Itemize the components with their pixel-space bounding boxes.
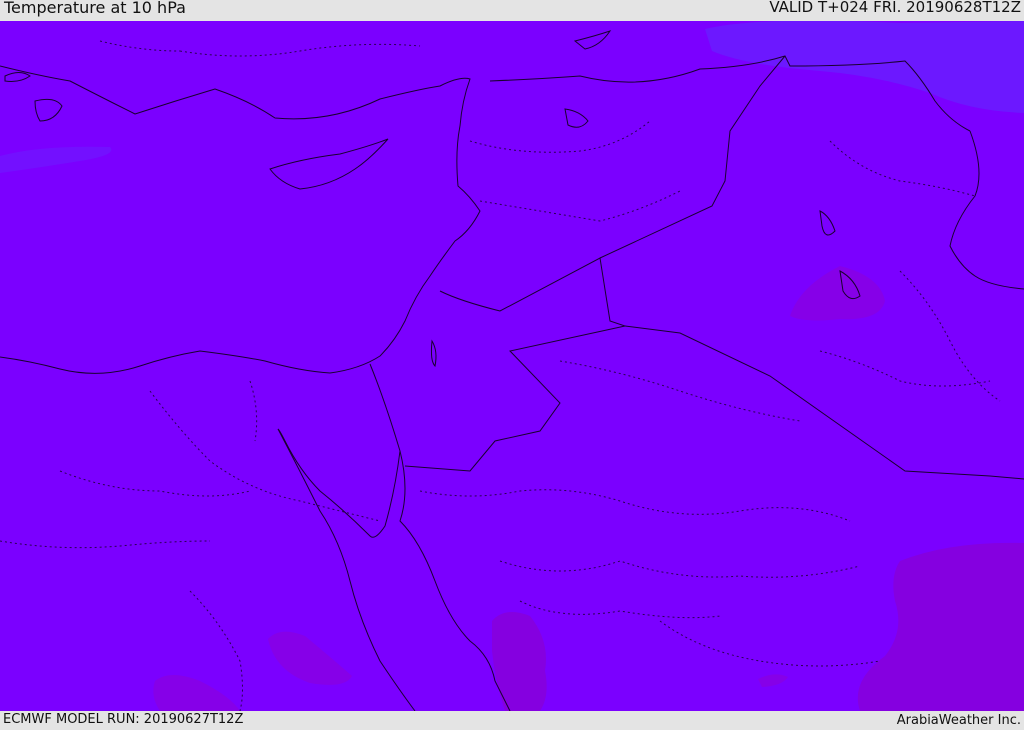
map-footer: ECMWF MODEL RUN: 20190627T12Z ArabiaWeat… bbox=[0, 711, 1024, 729]
model-run: ECMWF MODEL RUN: 20190627T12Z bbox=[3, 712, 244, 727]
credit-text: ArabiaWeather Inc. bbox=[896, 713, 1021, 728]
map-header: Temperature at 10 hPa VALID T+024 FRI. 2… bbox=[0, 0, 1024, 21]
temperature-map bbox=[0, 21, 1024, 711]
valid-time: VALID T+024 FRI. 20190628T12Z bbox=[769, 0, 1021, 16]
temperature-field bbox=[0, 21, 1024, 711]
map-canvas bbox=[0, 21, 1024, 711]
map-title: Temperature at 10 hPa bbox=[4, 0, 186, 17]
